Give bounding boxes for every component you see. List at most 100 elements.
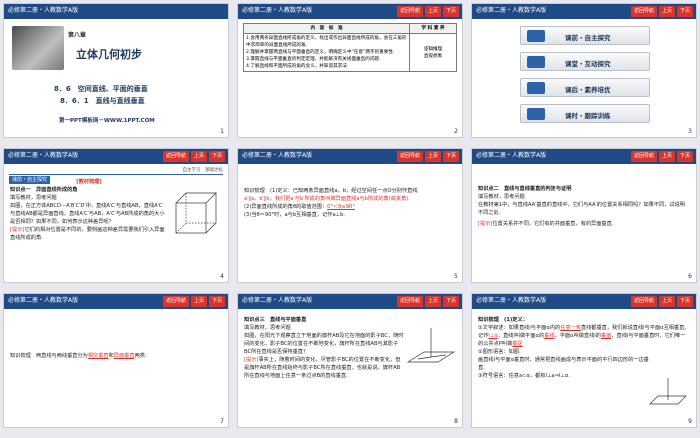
knowledge-point: 知识点二 直线与直线垂直的判定与证明 xyxy=(478,186,572,192)
table-cell: 1.会用两条异面直线所成角的定义，找出或作出异面直线所成的角，会在三角形中求简单… xyxy=(242,33,411,72)
menu-icon xyxy=(527,30,545,42)
back-nav-button[interactable]: 返回导航 xyxy=(162,296,189,307)
hint-block: [提示]它们的相对位置是不同的，要刻画这种差异需要我们引入异面直线所成的角. xyxy=(10,226,168,242)
header-title: 必修第二册・人教数学A版 xyxy=(8,297,79,304)
back-nav-button[interactable]: 返回导航 xyxy=(630,6,657,17)
slide-body: 知识点三 直线与平面垂直 填写教材，思考问题 如图，在阳光下观察直立于地面的旗杆… xyxy=(244,316,404,415)
prev-page-button[interactable]: 上页 xyxy=(658,296,675,307)
next-page-button[interactable]: 下页 xyxy=(208,151,225,162)
slide-header: 必修第二册・人教数学A版 返回导航 上页 下页 xyxy=(4,294,228,309)
back-nav-button[interactable]: 返回导航 xyxy=(396,151,423,162)
material-label: [教材梳理] xyxy=(76,179,102,185)
menu-item[interactable]: 课时・跟踪训练 xyxy=(520,104,650,123)
menu-item[interactable]: 课前・自主探究 xyxy=(520,26,650,45)
header-title: 必修第二册・人教数学A版 xyxy=(476,152,547,159)
menu-item[interactable]: 课后・素养培优 xyxy=(520,78,650,97)
standard-item: 3.掌握直线与平面垂直的判定定理，并能解决有关线面垂直的问题. xyxy=(246,57,381,62)
next-page-button[interactable]: 下页 xyxy=(676,6,693,17)
skill-item: 直观想象 xyxy=(423,53,443,59)
slide-thumbnail[interactable]: 必修第二册・人教数学A版 返回导航 上页 下页 内 容 标 准 学 科 素 养 … xyxy=(237,3,463,138)
slide-number: 3 xyxy=(688,128,692,135)
next-page-button[interactable]: 下页 xyxy=(442,6,459,17)
slide-thumbnail[interactable]: 必修第二册・人教数学A版 返回导航 上页 下页 课前・自主探究 自主学习 基础达… xyxy=(3,148,229,283)
menu-label: 课堂・互动探究 xyxy=(565,60,611,68)
prev-page-button[interactable]: 上页 xyxy=(190,151,207,162)
slide-header: 必修第二册・人教数学A版 返回导航 上页 下页 xyxy=(472,149,696,164)
sub-title-2: 8．6．1 直线与直线垂直 xyxy=(60,97,145,105)
answer-blank: 异面垂直 xyxy=(113,353,135,359)
slide-thumbnail[interactable]: 必修第二册・人教数学A版 返回导航 上页 下页 知识梳理 (1)定义： ①文字叙… xyxy=(471,293,697,428)
prev-page-button[interactable]: 上页 xyxy=(658,151,675,162)
slide-thumbnail[interactable]: 必修第二册・人教数学A版 返回导航 上页 下页 知识梳理 两直线与两线垂直分为相… xyxy=(3,293,229,428)
next-page-button[interactable]: 下页 xyxy=(676,296,693,307)
slide-thumbnail[interactable]: 必修第二册・人教数学A版 返回导航 上页 下页 课前・自主探究 课堂・互动探究 … xyxy=(471,3,697,138)
next-page-button[interactable]: 下页 xyxy=(676,151,693,162)
prev-page-button[interactable]: 上页 xyxy=(424,6,441,17)
header-title: 必修第二册・人教数学A版 xyxy=(242,297,313,304)
back-nav-button[interactable]: 返回导航 xyxy=(396,6,423,17)
definition-text: ①文字叙述：如果直线l与平面α内的任意一条直线都垂直，我们就说直线l与平面α互相… xyxy=(478,324,690,348)
range-line: (2)异面直线所成的角θ的取值范围：0°＜θ≤90° xyxy=(244,203,456,211)
menu-icon xyxy=(527,56,545,68)
hint-block: [提示]位置关系并不同，它们有的共面垂直，有的异面垂直. xyxy=(478,220,690,228)
prev-page-button[interactable]: 上页 xyxy=(424,151,441,162)
header-title: 必修第二册・人教数学A版 xyxy=(8,152,79,159)
back-nav-button[interactable]: 返回导航 xyxy=(630,296,657,307)
requirement: 填写教材，思考问题 xyxy=(478,194,525,200)
standard-item: 2.理解并掌握两直线与平面垂直的定义，明确定义中“任意”两字的重要性. xyxy=(246,50,395,55)
hint-tag: [提示] xyxy=(244,357,259,363)
slide-thumbnail[interactable]: 必修第二册・人教数学A版 返回导航 上页 下页 知识点二 直线与直线垂直的判定与… xyxy=(471,148,697,283)
knowledge-point: 知识点三 直线与平面垂直 xyxy=(244,317,307,323)
chapter-label: 第八章 xyxy=(68,32,87,39)
next-page-button[interactable]: 下页 xyxy=(442,151,459,162)
drawing-note: 画直线l与平面α垂直时，通常把直线画成与表示平面的平行四边形的一边垂直. xyxy=(478,357,649,371)
knowledge-point: 知识梳理 (1)定义： xyxy=(478,317,528,323)
slide-thumbnail[interactable]: 必修第二册・人教数学A版 返回导航 上页 下页 知识点三 直线与平面垂直 填写教… xyxy=(237,293,463,428)
shadow-line xyxy=(430,354,447,358)
menu-label: 课前・自主探究 xyxy=(565,34,611,42)
slide-thumbnail[interactable]: 必修第二册・人教数学A版 第八章 立体几何初步 8．6 空间直线、平面的垂直 8… xyxy=(3,3,229,138)
menu-icon xyxy=(527,108,545,120)
section-note: 自主学习 基础达标 xyxy=(182,168,224,173)
back-nav-button[interactable]: 返回导航 xyxy=(396,296,423,307)
menu-label: 课时・跟踪训练 xyxy=(565,112,611,120)
standard-item: 1.会用两条异面直线所成角的定义，找出或作出异面直线所成的角，会在三角形中求简单… xyxy=(246,36,407,48)
header-title: 必修第二册・人教数学A版 xyxy=(476,7,547,14)
skill-item: 逻辑推理 xyxy=(423,46,443,52)
back-nav-button[interactable]: 返回导航 xyxy=(630,151,657,162)
answer-blank: 垂面 xyxy=(600,333,612,339)
next-page-button[interactable]: 下页 xyxy=(442,296,459,307)
definition-line: a′∥a，b′∥b，我们把a′与b′所成的角叫做异面直线a与b所成的角(或夹角)… xyxy=(244,196,410,202)
menu-item[interactable]: 课堂・互动探究 xyxy=(520,52,650,71)
slide-number: 2 xyxy=(454,128,458,135)
slide-grid: 必修第二册・人教数学A版 第八章 立体几何初步 8．6 空间直线、平面的垂直 8… xyxy=(0,0,700,438)
slide-number: 4 xyxy=(220,273,224,280)
slide-header: 必修第二册・人教数学A版 返回导航 上页 下页 xyxy=(4,149,228,164)
section-bar: 课前・自主探究 自主学习 基础达标 xyxy=(9,166,224,184)
perpendicular-figure xyxy=(649,378,687,405)
cube-edge xyxy=(205,222,217,234)
hint-answer: 事实上，随着时间的变化，尽管影子BC的位置在不断变化，但是旗杆AB所在直线始终与… xyxy=(244,357,401,379)
prev-page-button[interactable]: 上页 xyxy=(424,296,441,307)
definition-line: 知识梳理 (1)定义：已知两条异面直线a，b，经过空间任一点O分别作直线 xyxy=(244,188,418,194)
header-title: 必修第二册・人教数学A版 xyxy=(8,7,79,14)
answer-blank: 垂足 xyxy=(512,341,523,347)
back-nav-button[interactable]: 返回导航 xyxy=(162,151,189,162)
slide-header: 必修第二册・人教数学A版 返回导航 上页 下页 xyxy=(238,4,462,19)
chapter-photo xyxy=(12,26,64,70)
prev-page-button[interactable]: 上页 xyxy=(658,6,675,17)
menu-label: 课后・素养培优 xyxy=(565,86,611,94)
main-title: 立体几何初步 xyxy=(76,48,142,61)
range-label: (2)异面直线所成的角θ的取值范围： xyxy=(244,204,328,210)
requirement: 填写教材，思考问题 xyxy=(244,325,291,331)
prev-page-button[interactable]: 上页 xyxy=(190,296,207,307)
slide-thumbnail[interactable]: 必修第二册・人教数学A版 返回导航 上页 下页 知识梳理 (1)定义：已知两条异… xyxy=(237,148,463,283)
next-page-button[interactable]: 下页 xyxy=(208,296,225,307)
cube-top-face xyxy=(175,192,217,204)
answer-blank: 相交垂直 xyxy=(87,353,109,359)
def-part: ，平面α叫做直线l的 xyxy=(554,333,601,339)
question-text: 在教材第1中，与直线AA′垂直的直线中，它们与AA′的位置关系相同吗？如果不同，… xyxy=(478,202,685,216)
summary-end: 两类. xyxy=(134,353,147,359)
cube-hidden-edge xyxy=(175,222,187,234)
hint-block: [提示]事实上，随着时间的变化，尽管影子BC的位置在不断变化，但是旗杆AB所在直… xyxy=(244,356,404,380)
